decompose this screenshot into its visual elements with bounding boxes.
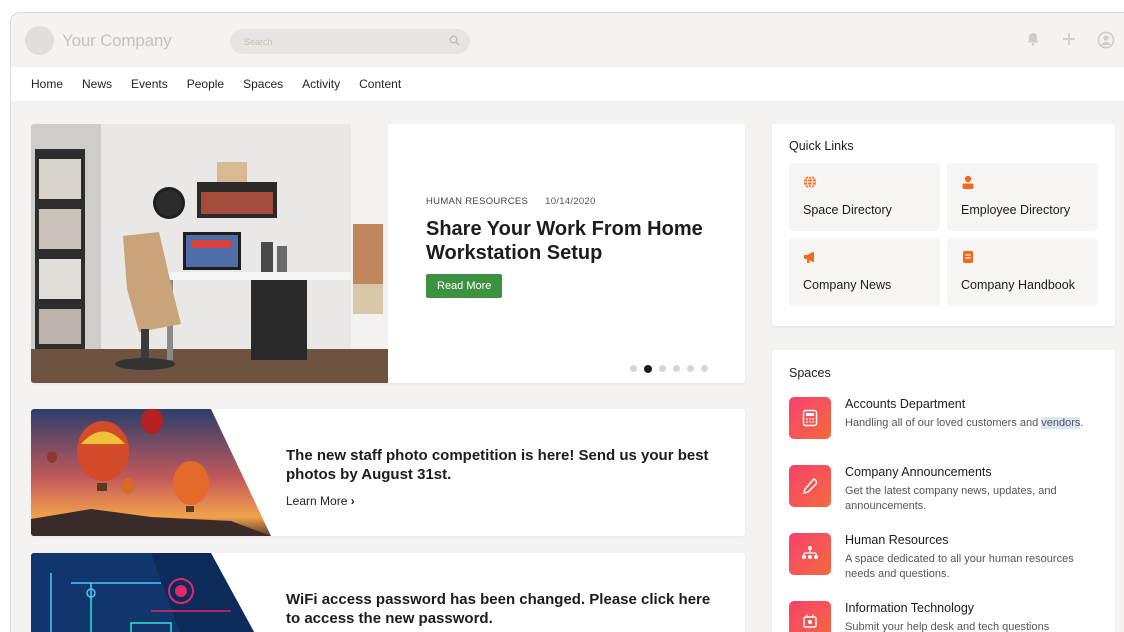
- nav-item-events[interactable]: Events: [131, 77, 168, 91]
- space-description-highlight: vendors: [1041, 417, 1081, 429]
- nav-item-spaces[interactable]: Spaces: [243, 77, 283, 91]
- nav-item-content[interactable]: Content: [359, 77, 401, 91]
- top-bar: Your Company: [11, 13, 1124, 67]
- carousel-dot[interactable]: [630, 365, 637, 372]
- bell-icon[interactable]: [1025, 31, 1043, 49]
- space-name[interactable]: Information Technology: [845, 601, 974, 615]
- space-description: Get the latest company news, updates, an…: [845, 485, 1057, 512]
- hero-content: HUMAN RESOURCES 10/14/2020 Share Your Wo…: [426, 196, 726, 298]
- news-card-photo-competition[interactable]: The new staff photo competition is here!…: [31, 409, 745, 536]
- quick-link-employee-directory[interactable]: Employee Directory: [947, 163, 1098, 231]
- news-card-wifi-password[interactable]: WiFi access password has been changed. P…: [31, 553, 745, 632]
- user-circle-icon[interactable]: [1097, 31, 1115, 49]
- carousel-dot[interactable]: [701, 365, 708, 372]
- nav-item-news[interactable]: News: [82, 77, 112, 91]
- hero-category[interactable]: HUMAN RESOURCES: [426, 196, 528, 207]
- hero-meta: HUMAN RESOURCES 10/14/2020: [426, 196, 726, 207]
- quick-links-title: Quick Links: [789, 139, 854, 153]
- search-bar[interactable]: [230, 29, 470, 54]
- company-name[interactable]: Your Company: [62, 31, 172, 51]
- space-name[interactable]: Company Announcements: [845, 465, 992, 479]
- book-icon: [963, 251, 973, 263]
- read-more-button[interactable]: Read More: [426, 274, 503, 298]
- carousel-dot-active[interactable]: [644, 364, 652, 373]
- carousel-dot[interactable]: [659, 365, 666, 372]
- quick-link-label: Company News: [803, 278, 892, 292]
- space-description-end: .: [1080, 417, 1084, 429]
- hero-image-workstation[interactable]: [31, 124, 388, 383]
- calculator-icon: [789, 397, 831, 439]
- megaphone-icon: [804, 251, 814, 263]
- main-nav: Home News Events People Spaces Activity …: [11, 67, 1124, 101]
- space-name[interactable]: Human Resources: [845, 533, 949, 547]
- carousel-dot[interactable]: [687, 365, 694, 372]
- quick-link-label: Company Handbook: [961, 278, 1075, 292]
- quick-link-company-news[interactable]: Company News: [789, 238, 940, 306]
- carousel-dot[interactable]: [673, 365, 680, 372]
- app-window: Your Company Home News Events People Spa…: [10, 12, 1124, 632]
- hero-card: HUMAN RESOURCES 10/14/2020 Share Your Wo…: [31, 124, 745, 383]
- carousel-dots: [630, 364, 708, 373]
- space-description: Submit your help desk and tech questions: [845, 621, 1050, 632]
- news-title[interactable]: WiFi access password has been changed. P…: [286, 590, 726, 628]
- globe-icon: [804, 175, 816, 189]
- nav-item-people[interactable]: People: [187, 77, 224, 91]
- person-icon: [962, 175, 974, 189]
- balloons-image: [31, 409, 271, 536]
- space-description-text: Handling all of our loved customers and: [845, 417, 1042, 429]
- chevron-right-icon: ›: [350, 494, 355, 508]
- pen-icon: [789, 465, 831, 507]
- search-icon[interactable]: [449, 35, 460, 46]
- space-description: A space dedicated to all your human reso…: [845, 553, 1074, 580]
- quick-link-space-directory[interactable]: Space Directory: [789, 163, 940, 231]
- space-name[interactable]: Accounts Department: [845, 397, 965, 411]
- spaces-panel: Spaces Accounts Department Handling all …: [772, 350, 1115, 632]
- space-description: Handling all of our loved customers and …: [845, 416, 1090, 431]
- quick-links-panel: Quick Links Space Directory Employee Dir…: [772, 124, 1115, 326]
- circuit-image: [31, 553, 255, 632]
- learn-more-label[interactable]: Learn More: [286, 494, 347, 508]
- quick-link-label: Space Directory: [803, 203, 892, 217]
- plus-icon[interactable]: [1061, 31, 1079, 49]
- tech-icon: [789, 601, 831, 632]
- learn-more-link[interactable]: Learn More ›: [286, 494, 355, 508]
- nav-item-activity[interactable]: Activity: [302, 77, 340, 91]
- quick-link-label: Employee Directory: [961, 203, 1071, 217]
- news-title[interactable]: The new staff photo competition is here!…: [286, 446, 726, 484]
- quick-link-company-handbook[interactable]: Company Handbook: [947, 238, 1098, 306]
- nav-item-home[interactable]: Home: [31, 77, 63, 91]
- people-network-icon: [789, 533, 831, 575]
- hero-title[interactable]: Share Your Work From Home Workstation Se…: [426, 217, 726, 265]
- hero-date: 10/14/2020: [545, 196, 596, 207]
- spaces-title: Spaces: [789, 366, 831, 380]
- search-input[interactable]: [244, 33, 434, 50]
- company-logo[interactable]: [25, 26, 54, 55]
